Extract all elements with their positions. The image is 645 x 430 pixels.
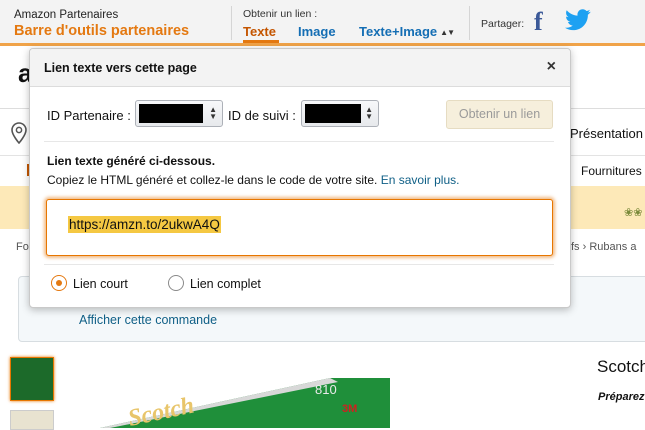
stripe-separator	[469, 6, 470, 40]
updown-arrow-icon: ▲▼	[440, 28, 455, 37]
full-link-label[interactable]: Lien complet	[190, 277, 261, 291]
show-order-link[interactable]: Afficher cette commande	[79, 313, 217, 327]
tracking-id-select[interactable]: ▲ ▼	[301, 100, 379, 127]
divider	[44, 264, 554, 265]
product-subtitle: Préparez	[598, 391, 645, 403]
tracking-id-label: ID de suivi :	[228, 108, 296, 123]
select-arrows-icon: ▲ ▼	[209, 105, 217, 121]
partner-id-select[interactable]: ▲ ▼	[135, 100, 223, 127]
get-link-button[interactable]: Obtenir un lien	[446, 100, 553, 129]
generated-link-value: https://amzn.to/2ukwA4Q	[68, 216, 221, 233]
generated-description-text: Copiez le HTML généré et collez-le dans …	[47, 173, 378, 187]
product-thumbnail-1[interactable]	[10, 357, 54, 401]
share-label: Partager:	[481, 18, 525, 30]
tab-image[interactable]: Image	[298, 24, 336, 39]
short-link-radio[interactable]	[51, 275, 67, 291]
location-pin-icon[interactable]	[11, 122, 27, 149]
generated-title: Lien texte généré ci-dessous.	[47, 154, 216, 168]
nav-item-presentation[interactable]: Présentation	[570, 126, 643, 141]
divider	[44, 141, 554, 142]
product-number-text: 810	[315, 382, 337, 397]
stripe-separator	[231, 6, 232, 40]
get-link-label: Obtenir un lien :	[243, 8, 318, 20]
twitter-icon[interactable]	[565, 9, 591, 36]
tab-texte-image[interactable]: Texte+Image ▲▼	[359, 24, 455, 39]
banner-decoration: ❀❀	[624, 207, 643, 219]
sitestripe-brand: Amazon Partenaires Barre d'outils parten…	[14, 8, 189, 40]
popover-header: Lien texte vers cette page ×	[30, 49, 570, 87]
tab-texte[interactable]: Texte	[243, 24, 276, 39]
partner-id-redacted	[139, 104, 203, 123]
text-link-popover: Lien texte vers cette page × ID Partenai…	[29, 48, 571, 308]
select-arrows-icon: ▲ ▼	[365, 105, 373, 121]
product-title: Scotch	[597, 357, 645, 376]
partner-id-label: ID Partenaire :	[47, 108, 131, 123]
tab-texte-image-label: Texte+Image	[359, 24, 438, 39]
active-tab-underline	[243, 40, 279, 43]
breadcrumb-right[interactable]: fs › Rubans a	[571, 241, 636, 253]
popover-title: Lien texte vers cette page	[44, 61, 197, 75]
sitestripe-bar: Amazon Partenaires Barre d'outils parten…	[0, 0, 645, 46]
breadcrumb-item[interactable]: Rubans a	[589, 241, 636, 253]
brand-big: Barre d'outils partenaires	[14, 23, 190, 39]
facebook-icon[interactable]: f	[534, 8, 543, 36]
short-link-label[interactable]: Lien court	[73, 277, 128, 291]
nav-item-fournitures[interactable]: Fournitures	[581, 164, 642, 178]
learn-more-link[interactable]: En savoir plus.	[381, 173, 460, 187]
close-icon[interactable]: ×	[547, 58, 556, 76]
generated-description: Copiez le HTML généré et collez-le dans …	[47, 173, 459, 187]
full-link-radio[interactable]	[168, 275, 184, 291]
generated-link-textarea[interactable]: https://amzn.to/2ukwA4Q	[46, 199, 553, 256]
product-badge-text: 3M	[342, 403, 357, 415]
product-thumbnail-2[interactable]	[10, 410, 54, 430]
brand-small: Amazon Partenaires	[14, 9, 119, 21]
breadcrumb-left[interactable]: Fo	[16, 241, 29, 253]
breadcrumb-item[interactable]: fs	[571, 241, 580, 253]
tracking-id-redacted	[305, 104, 361, 123]
product-image[interactable]: Scotch 810 3M	[80, 378, 390, 428]
